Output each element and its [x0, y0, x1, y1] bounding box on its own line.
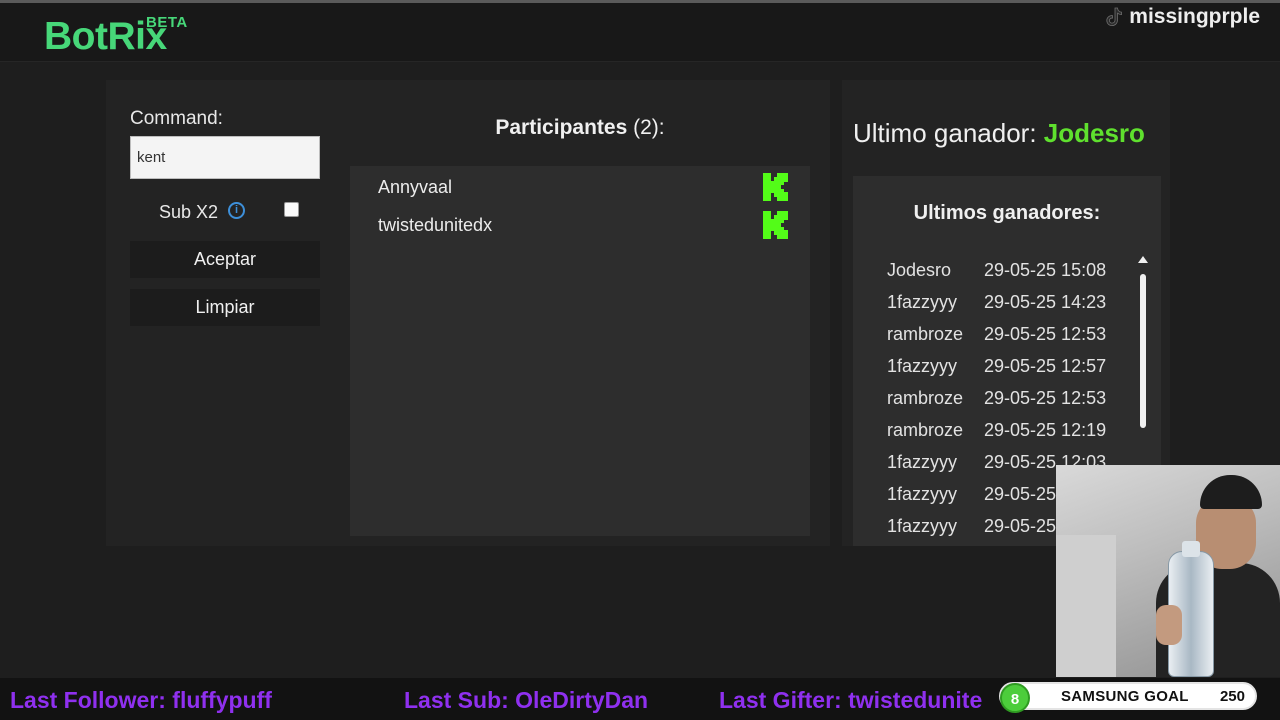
- winner-name: 1fazzyyy: [887, 452, 958, 472]
- hand-figure: [1156, 605, 1182, 645]
- winner-time: 29-05-25 12:53: [984, 388, 1107, 408]
- winner-name: rambroze: [887, 388, 964, 408]
- winner-time: 29-05-25 14:23: [984, 292, 1107, 312]
- goal-count-badge: 8: [1000, 683, 1030, 713]
- list-item: 1fazzyyy 29-05-25: [887, 484, 1056, 505]
- winner-time: 29-05-25 15:08: [984, 260, 1107, 280]
- kick-icon: [763, 173, 788, 201]
- winner-time: 29-05-25: [984, 484, 1057, 504]
- last-winner-label: Ultimo ganador:: [853, 118, 1037, 148]
- winner-name: 1fazzyyy: [887, 356, 958, 376]
- command-label: Command:: [130, 108, 223, 129]
- sub-x2-checkbox[interactable]: [284, 202, 299, 217]
- scroll-thumb[interactable]: [1140, 274, 1146, 428]
- goal-target: 250: [1219, 688, 1245, 705]
- accept-button[interactable]: Aceptar: [130, 241, 320, 278]
- webcam-background: [1056, 535, 1116, 677]
- winner-name: 1fazzyyy: [887, 292, 958, 312]
- winner-name: Jodesro: [887, 260, 952, 280]
- participant-name: Annyvaal: [378, 177, 453, 197]
- last-winner: Ultimo ganador: Jodesro: [853, 118, 1145, 149]
- participants-title: Participantes (2):: [350, 116, 810, 140]
- sub-x2-label: Sub X2: [159, 202, 219, 222]
- top-bar: BotRix BETA missingprple: [0, 0, 1280, 62]
- bottle-cap: [1182, 541, 1200, 557]
- winner-time: 29-05-25 12:19: [984, 420, 1107, 440]
- winner-time: 29-05-25 12:53: [984, 324, 1107, 344]
- channel-label: missingprple: [1129, 5, 1260, 28]
- winners-scrollbar[interactable]: [1138, 256, 1148, 436]
- channel-name: missingprple: [1106, 5, 1260, 29]
- winner-name: rambroze: [887, 324, 964, 344]
- list-item[interactable]: twistedunitedx: [378, 211, 788, 241]
- samsung-goal-widget: 8 SAMSUNG GOAL 250: [999, 682, 1257, 713]
- command-input[interactable]: [130, 136, 320, 179]
- winners-list-title: Ultimos ganadores:: [913, 202, 1101, 224]
- list-item: rambroze 29-05-25 12:53: [887, 324, 1106, 345]
- list-item: Jodesro 29-05-25 15:08: [887, 260, 1106, 281]
- list-item: 1fazzyyy 29-05-25 12:57: [887, 356, 1106, 377]
- tiktok-icon: [1106, 7, 1123, 27]
- winner-name: 1fazzyyy: [887, 516, 958, 536]
- clear-button[interactable]: Limpiar: [130, 289, 320, 326]
- participants-title-text: Participantes: [495, 116, 628, 139]
- giveaway-panel: Command: Sub X2 i Aceptar Limpiar Partic…: [106, 80, 830, 546]
- participant-name: twistedunitedx: [378, 215, 493, 235]
- list-item: rambroze 29-05-25 12:53: [887, 388, 1106, 409]
- list-item[interactable]: Annyvaal: [378, 173, 788, 203]
- goal-label: SAMSUNG GOAL: [1061, 688, 1189, 705]
- last-follower: Last Follower: fluffypuff: [10, 687, 272, 713]
- winner-time: 29-05-25: [984, 516, 1057, 536]
- list-item: 1fazzyyy 29-05-25 14:23: [887, 292, 1106, 313]
- kick-icon: [763, 211, 788, 239]
- scroll-up-icon[interactable]: [1138, 256, 1148, 263]
- info-icon[interactable]: i: [228, 202, 245, 219]
- participants-count: (2):: [633, 116, 665, 139]
- winner-name: 1fazzyyy: [887, 484, 958, 504]
- participants-list[interactable]: Annyvaal twistedunitedx: [350, 166, 810, 536]
- last-winner-name: Jodesro: [1043, 118, 1145, 148]
- sub-x2-row: Sub X2 i: [130, 198, 320, 224]
- winner-name: rambroze: [887, 420, 964, 440]
- last-gifter: Last Gifter: twistedunite: [719, 687, 983, 713]
- last-sub: Last Sub: OleDirtyDan: [404, 687, 649, 713]
- list-item: rambroze 29-05-25 12:19: [887, 420, 1106, 441]
- beta-badge: BETA: [146, 14, 188, 31]
- webcam-overlay: [1056, 465, 1280, 677]
- list-item: 1fazzyyy 29-05-25: [887, 516, 1056, 537]
- winner-time: 29-05-25 12:57: [984, 356, 1107, 376]
